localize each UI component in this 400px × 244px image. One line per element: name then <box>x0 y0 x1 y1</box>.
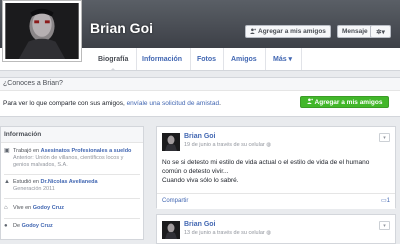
info-lives-prefix: Vive en <box>13 205 33 211</box>
add-friend-icon <box>306 98 313 106</box>
profile-photo-image <box>5 3 79 59</box>
info-title: Información <box>1 127 143 143</box>
profile-picture[interactable] <box>2 0 82 62</box>
post-author[interactable]: Brian Goi <box>184 133 216 140</box>
info-divider <box>4 174 140 175</box>
info-divider <box>4 198 140 199</box>
avatar-image <box>162 221 180 239</box>
tab-divider <box>301 48 302 70</box>
info-study-prefix: Estudió en <box>13 179 41 185</box>
post-meta: 19 de junio a través de su celular ◍ <box>184 142 271 148</box>
info-lives-link[interactable]: Godoy Cruz <box>33 205 64 211</box>
home-icon: ⌂ <box>4 205 8 211</box>
location-pin-icon: ● <box>4 223 8 229</box>
message-label: Mensaje <box>342 28 368 35</box>
graduation-cap-icon: ▲ <box>4 179 10 185</box>
add-friend-green-label: Agregar a mis amigos <box>314 98 383 106</box>
tab-label: Biografía <box>98 55 129 63</box>
info-divider <box>4 218 140 219</box>
tab-label: Información <box>142 55 183 63</box>
send-friend-request-link[interactable]: envíale una solicitud de amistad <box>127 100 220 107</box>
avatar[interactable] <box>162 133 180 151</box>
post-meta-text[interactable]: 13 de junio a través de su celular <box>184 230 265 236</box>
globe-icon: ◍ <box>266 230 272 236</box>
info-study-sub: Generación 2011 <box>13 186 55 192</box>
post-options-chevron-icon[interactable]: ▾ <box>379 221 390 230</box>
tab-mas[interactable]: Más ▾ <box>271 48 294 70</box>
know-person-box: ¿Conoces a Brian? Para ver lo que compar… <box>0 77 400 117</box>
tab-divider <box>136 48 137 70</box>
info-work-link[interactable]: Asesinatos Profesionales a sueldo <box>41 148 132 154</box>
tab-label: Amigos <box>231 55 257 63</box>
options-button[interactable]: ✲ ▾ <box>370 25 391 38</box>
comment-count[interactable]: ▭1 <box>381 197 390 204</box>
info-work-sub: Anterior: Unión de villanos, científicos… <box>13 155 124 168</box>
comment-count-value: 1 <box>386 198 390 204</box>
add-friend-button[interactable]: Agregar a mis amigos <box>245 25 331 38</box>
post-text-line: Cuando viva sólo lo sabré. <box>162 177 239 184</box>
know-text-before: Para ver lo que comparte con sus amigos, <box>3 100 127 107</box>
info-from-prefix: De <box>13 223 22 229</box>
know-box-text: Para ver lo que comparte con sus amigos,… <box>3 100 221 107</box>
post-options-chevron-icon[interactable]: ▾ <box>379 133 390 142</box>
tab-divider <box>190 48 191 70</box>
post-text-line: común o detesto vivir... <box>162 168 229 175</box>
profile-name[interactable]: Brian Goi <box>90 20 153 36</box>
add-friend-label: Agregar a mis amigos <box>258 28 326 35</box>
tab-informacion[interactable]: Información <box>140 48 184 70</box>
tab-fotos[interactable]: Fotos <box>195 48 218 70</box>
post-author[interactable]: Brian Goi <box>184 221 216 228</box>
post-text-line: No se si detesto mi estilo de vida actua… <box>162 159 370 166</box>
add-friend-icon <box>250 27 256 36</box>
avatar[interactable] <box>162 221 180 239</box>
info-panel: Información ▣ Trabajó en Asesinatos Prof… <box>0 126 144 240</box>
tab-divider <box>265 48 266 70</box>
info-from-link[interactable]: Godoy Cruz <box>22 223 53 229</box>
briefcase-icon: ▣ <box>4 148 10 154</box>
share-link[interactable]: Compartir <box>162 198 188 204</box>
tab-label: Fotos <box>197 55 217 63</box>
info-work-prefix: Trabajó en <box>13 148 41 154</box>
add-friend-green-button[interactable]: Agregar a mis amigos <box>300 96 389 108</box>
avatar-image <box>162 133 180 151</box>
globe-icon: ◍ <box>266 142 272 148</box>
timeline-post: Brian Goi 19 de junio a través de su cel… <box>156 126 396 209</box>
post-meta: 13 de junio a través de su celular ◍ <box>184 230 271 236</box>
post-text: No se si detesto mi estilo de vida actua… <box>162 158 390 185</box>
tab-amigos[interactable]: Amigos <box>229 48 259 70</box>
tab-divider <box>223 48 224 70</box>
post-meta-text[interactable]: 19 de junio a través de su celular <box>184 142 265 148</box>
post-footer: Compartir ▭1 <box>157 193 395 209</box>
know-box-title: ¿Conoces a Brian? <box>3 80 63 87</box>
tab-label: Más ▾ <box>273 56 293 63</box>
tab-biografia[interactable]: Biografía <box>96 48 130 71</box>
chevron-down-icon: ▾ <box>381 28 385 36</box>
know-text-after: . <box>219 100 221 107</box>
info-study-link[interactable]: Dr.Nicolas Avellaneda <box>41 179 98 185</box>
